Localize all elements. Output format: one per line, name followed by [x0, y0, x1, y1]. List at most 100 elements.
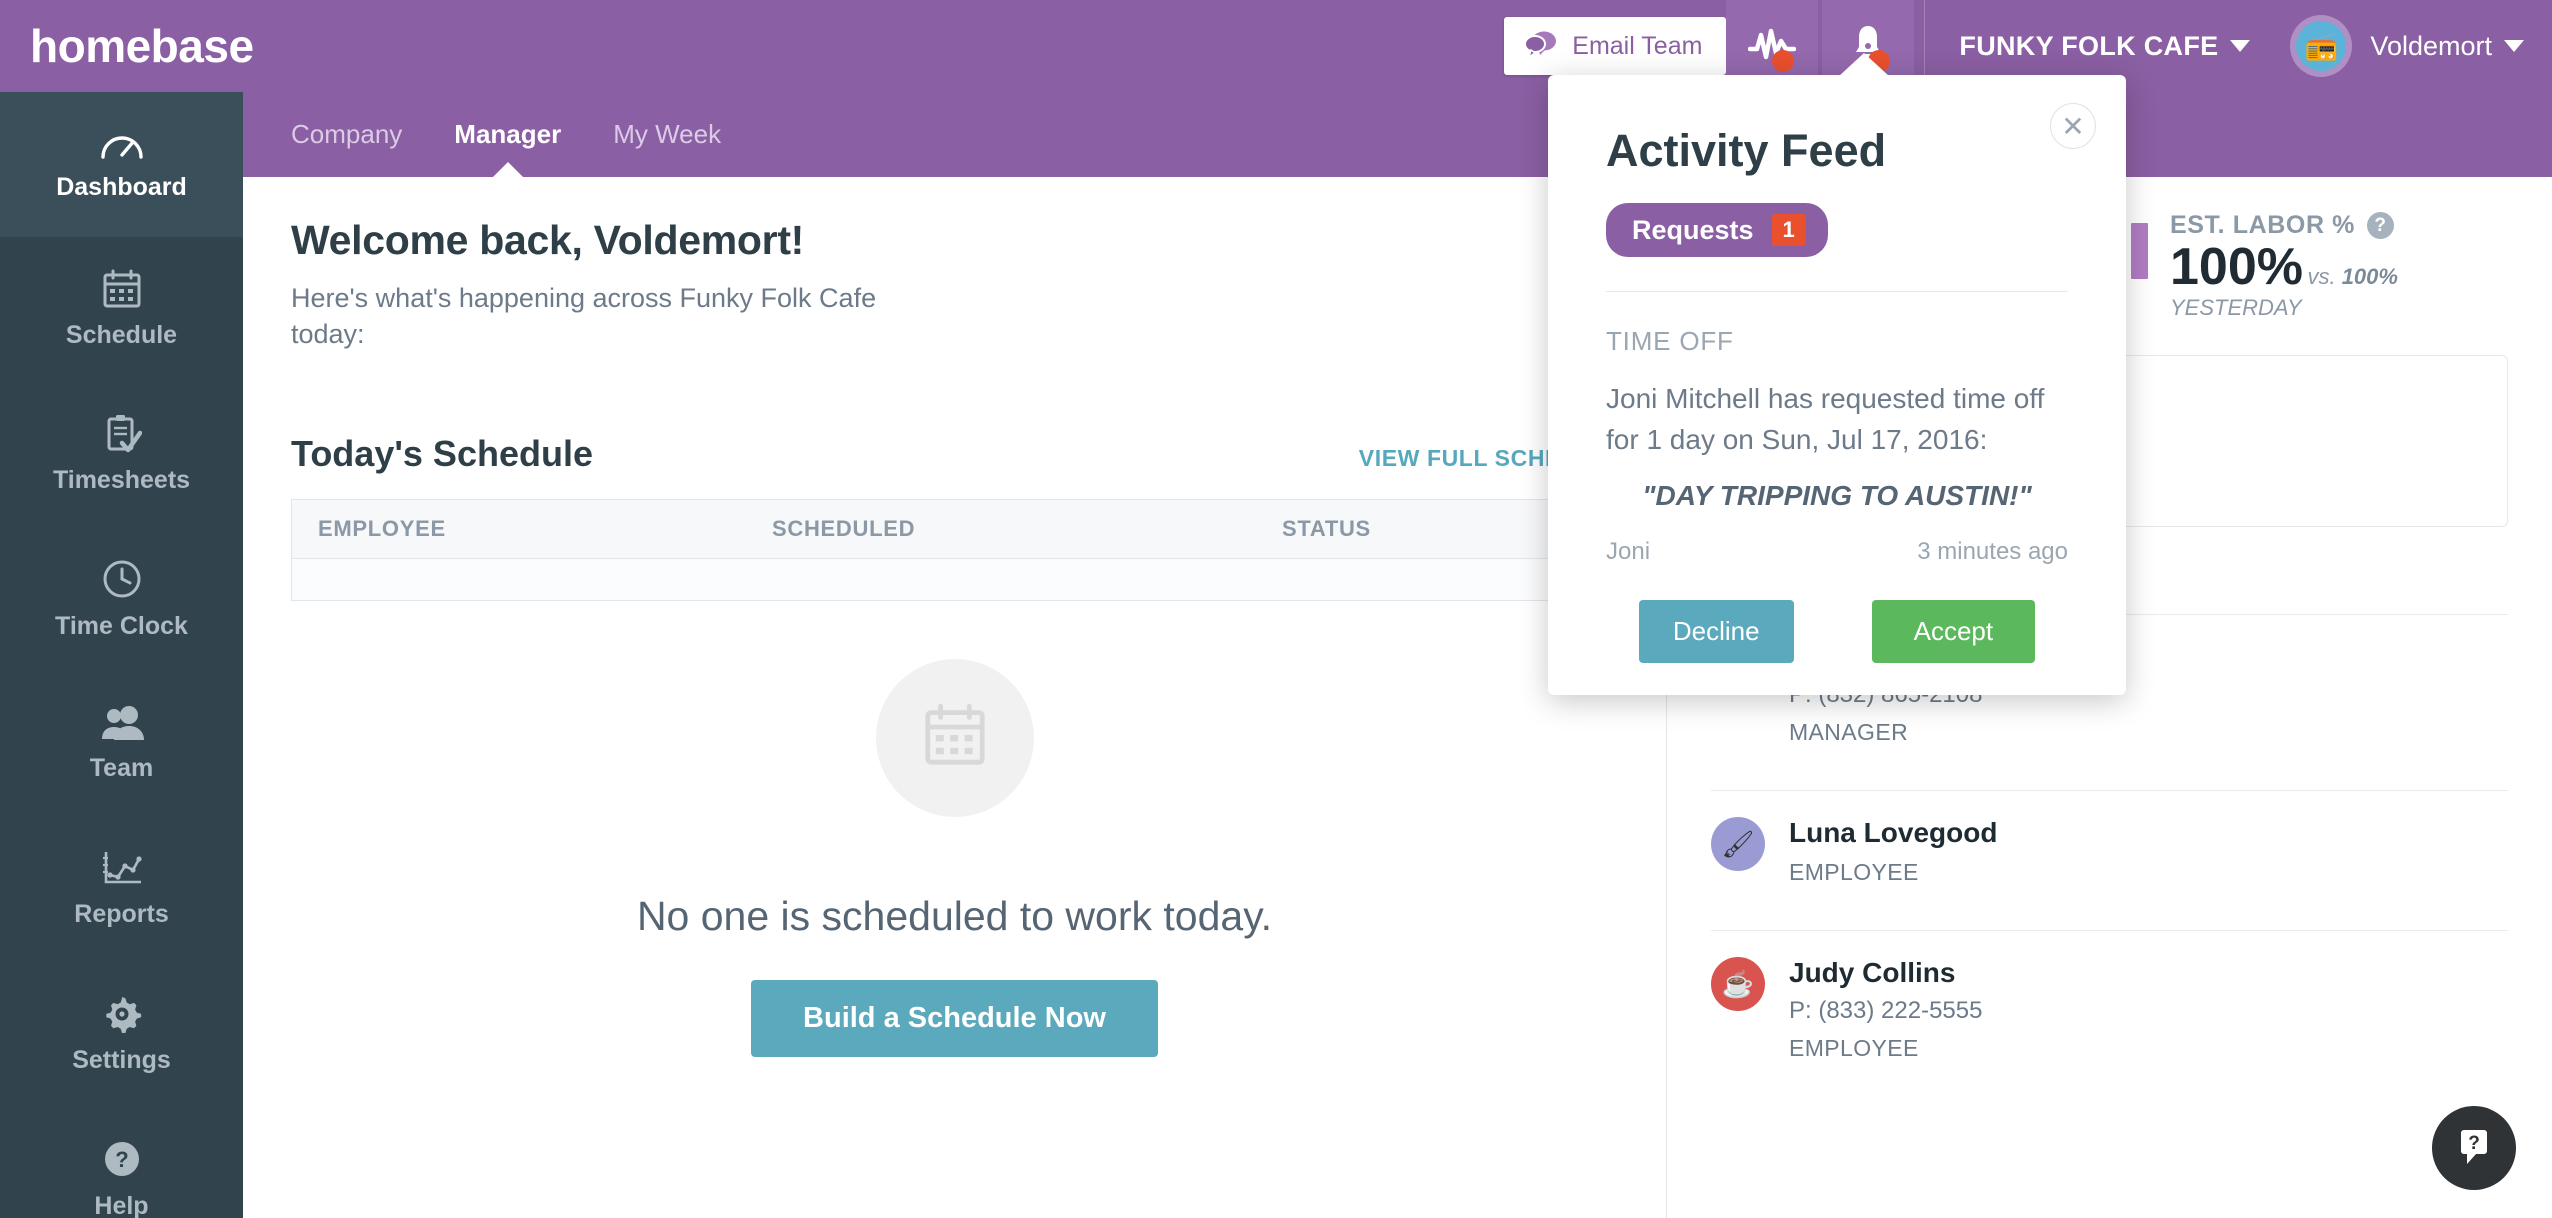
help-chat-button[interactable]: ? — [2432, 1106, 2516, 1190]
welcome-subtitle: Here's what's happening across Funky Fol… — [291, 283, 877, 350]
tab-requests[interactable]: Requests 1 — [1606, 203, 1828, 257]
person-phone: P: (833) 222-5555 — [1789, 996, 1983, 1024]
request-actions: Decline Accept — [1606, 600, 2068, 664]
sidebar-item-label: Reports — [74, 900, 169, 928]
schedule-heading: Today's Schedule — [291, 432, 593, 474]
schedule-section-header: Today's Schedule VIEW FULL SCHEDULE — [243, 433, 1666, 475]
paintbrush-icon: 🖌 — [1721, 828, 1755, 859]
tab-manager[interactable]: Manager — [428, 92, 587, 177]
list-item[interactable]: 🖌 Luna Lovegood EMPLOYEE — [1711, 789, 2508, 908]
user-name-text: Voldemort — [2370, 30, 2492, 61]
sidebar-item-reports[interactable]: Reports — [0, 817, 243, 962]
request-note: "DAY TRIPPING TO AUSTIN!" — [1642, 480, 2032, 512]
svg-text:?: ? — [2468, 1133, 2480, 1154]
activity-feed-title: Activity Feed — [1606, 125, 1887, 176]
est-labor-label: EST. LABOR % — [2170, 211, 2355, 239]
schedule-table-header: EMPLOYEE SCHEDULED STATUS — [291, 498, 1618, 559]
business-name-label: FUNKY FOLK CAFE — [1959, 30, 2219, 61]
sidebar-item-time-clock[interactable]: Time Clock — [0, 527, 243, 672]
request-body-text: Joni Mitchell has requested time off for… — [1606, 383, 2045, 455]
left-column: Welcome back, Voldemort! Here's what's h… — [243, 177, 1667, 1218]
sidebar-item-schedule[interactable]: Schedule — [0, 237, 243, 382]
person-role: MANAGER — [1789, 718, 1909, 745]
est-labor-value: 100% — [2170, 238, 2303, 296]
activity-feed-popup: ✕ Activity Feed Requests 1 TIME OFF Joni… — [1548, 53, 2126, 695]
est-labor-title: EST. LABOR % ? — [2170, 211, 2508, 240]
top-bar: homebase Email Team FUNKY FOLK CAFE 📻 Vo… — [0, 0, 2552, 92]
sidebar-item-label: Time Clock — [55, 612, 188, 640]
request-timestamp: 3 minutes ago — [1917, 538, 2068, 566]
sidebar-item-team[interactable]: Team — [0, 672, 243, 817]
comparison-prefix: vs. — [2307, 264, 2342, 289]
request-meta: Joni 3 minutes ago — [1606, 538, 2068, 566]
divider — [1606, 291, 2068, 292]
sidebar-item-help[interactable]: ? Help — [0, 1107, 243, 1218]
sidebar-item-label: Dashboard — [56, 173, 187, 201]
comparison-suffix: YESTERDAY — [2170, 294, 2302, 320]
comparison-value: 100% — [2341, 264, 2398, 289]
request-author: Joni — [1606, 538, 1651, 566]
person-name: Luna Lovegood — [1789, 816, 1998, 848]
nav-tabs: Company Manager My Week — [243, 92, 2552, 177]
clipboard-check-icon — [102, 414, 142, 454]
sidebar-item-label: Schedule — [65, 321, 178, 349]
person-role: EMPLOYEE — [1789, 1034, 1919, 1061]
decline-button[interactable]: Decline — [1638, 600, 1794, 664]
svg-text:?: ? — [115, 1147, 128, 1172]
schedule-table-body — [291, 558, 1618, 601]
user-menu[interactable]: 📻 Voldemort — [2276, 0, 2552, 92]
app-root: homebase Email Team FUNKY FOLK CAFE 📻 Vo… — [0, 0, 2552, 1218]
popup-arrow — [1838, 53, 1890, 77]
email-team-label: Email Team — [1572, 31, 1703, 60]
empty-state-message: No one is scheduled to work today. — [636, 892, 1273, 939]
person-name: Judy Collins — [1789, 956, 1956, 988]
chevron-down-icon — [2230, 40, 2251, 52]
person-role: EMPLOYEE — [1789, 858, 1919, 885]
avatar-emoji: 📻 — [2296, 21, 2347, 71]
calendar-icon — [923, 703, 987, 772]
sidebar-item-timesheets[interactable]: Timesheets — [0, 382, 243, 527]
email-team-button[interactable]: Email Team — [1504, 17, 1727, 75]
requests-count-badge: 1 — [1771, 214, 1806, 246]
homebase-logo[interactable]: homebase — [30, 23, 254, 69]
sidebar: Dashboard Schedule Timesheets Time Clock… — [0, 92, 243, 1218]
column-header-scheduled: SCHEDULED — [772, 515, 916, 541]
avatar: 🖌 — [1711, 816, 1765, 871]
chevron-down-icon — [2504, 40, 2524, 52]
est-labor-text: EST. LABOR % ? 100% vs. 100% YESTERDAY — [2170, 211, 2508, 321]
people-icon — [100, 706, 144, 742]
tab-my-week[interactable]: My Week — [587, 92, 747, 177]
request-category-label: TIME OFF — [1606, 326, 1734, 356]
empty-state-badge — [875, 658, 1034, 817]
accept-button[interactable]: Accept — [1871, 600, 2036, 664]
sidebar-item-settings[interactable]: Settings — [0, 962, 243, 1107]
main-content: Welcome back, Voldemort! Here's what's h… — [243, 177, 2552, 1218]
person-details: Luna Lovegood EMPLOYEE — [1789, 817, 1997, 886]
question-circle-icon: ? — [101, 1138, 143, 1180]
avatar: ☕ — [1711, 956, 1765, 1011]
gear-icon — [102, 994, 142, 1034]
avatar: 📻 — [2290, 15, 2353, 77]
sidebar-item-label: Settings — [72, 1046, 171, 1074]
page-title: Welcome back, Voldemort! — [291, 217, 805, 263]
clock-icon — [101, 558, 143, 600]
activity-badge-dot — [1772, 50, 1795, 72]
question-mark-icon[interactable]: ? — [2367, 212, 2394, 239]
line-chart-icon — [101, 850, 143, 888]
speedometer-icon — [99, 127, 145, 161]
column-header-employee: EMPLOYEE — [318, 515, 446, 541]
user-name-label: Voldemort — [2370, 31, 2524, 62]
est-labor-stat: EST. LABOR % ? 100% vs. 100% YESTERDAY — [2083, 211, 2508, 321]
person-details: Judy Collins P: (833) 222-5555 EMPLOYEE — [1789, 957, 1982, 1062]
sidebar-item-dashboard[interactable]: Dashboard — [0, 92, 243, 237]
speech-bubbles-icon — [1524, 29, 1558, 64]
close-icon[interactable]: ✕ — [2050, 103, 2096, 149]
sidebar-item-label: Help — [94, 1192, 149, 1218]
calendar-icon — [102, 269, 142, 309]
sidebar-item-label: Timesheets — [52, 466, 191, 494]
list-item[interactable]: ☕ Judy Collins P: (833) 222-5555 EMPLOYE… — [1711, 929, 2508, 1084]
requests-label: Requests — [1632, 214, 1754, 245]
tab-company[interactable]: Company — [265, 92, 428, 177]
build-schedule-button[interactable]: Build a Schedule Now — [751, 979, 1158, 1057]
sidebar-item-label: Team — [89, 754, 154, 782]
